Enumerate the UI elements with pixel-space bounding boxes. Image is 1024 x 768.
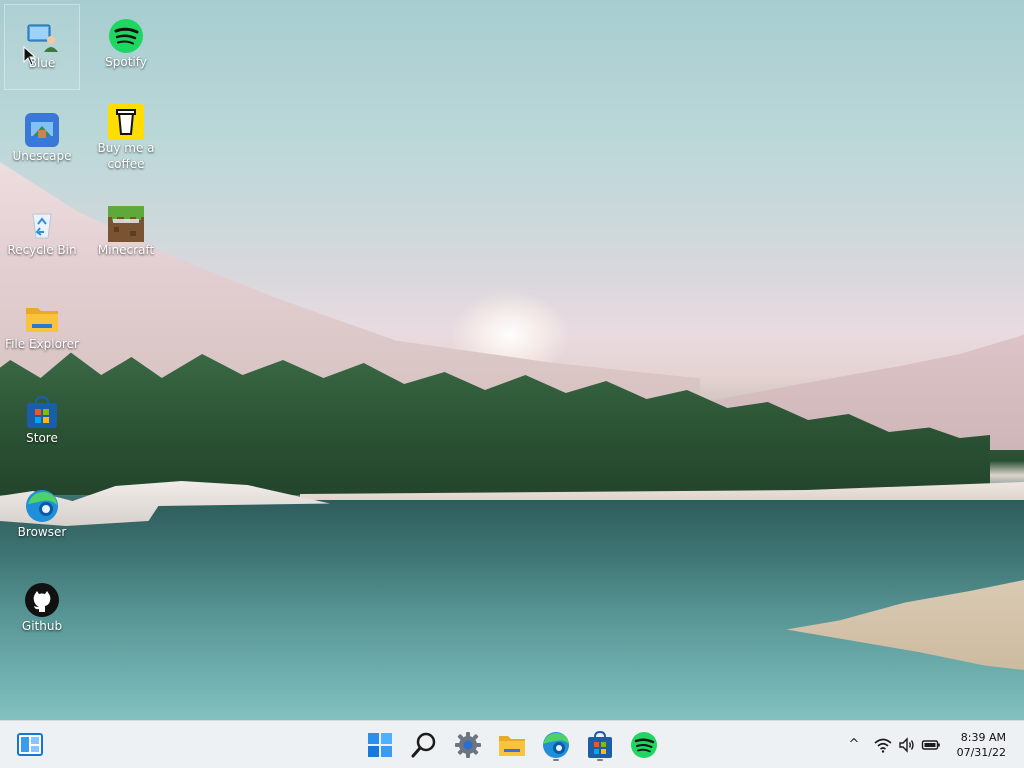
running-indicator xyxy=(597,759,603,761)
taskbar-settings-button[interactable] xyxy=(452,729,484,761)
desktop-icon-buy-me-a-coffee[interactable]: Buy me a coffee xyxy=(88,90,164,176)
system-clock[interactable]: 8:39 AM 07/31/22 xyxy=(946,730,1006,760)
battery-icon[interactable] xyxy=(921,735,941,755)
folder-icon xyxy=(24,300,60,336)
desktop-icon-minecraft[interactable]: Minecraft xyxy=(88,192,164,278)
wifi-icon[interactable] xyxy=(873,735,893,755)
desktop-icon-label: Buy me a coffee xyxy=(97,141,155,171)
desktop-icon-recycle-bin[interactable]: Recycle Bin xyxy=(4,192,80,278)
desktop-icon-label: Recycle Bin xyxy=(7,243,77,257)
taskbar-store-button[interactable] xyxy=(584,729,616,761)
unescape-game-icon xyxy=(24,112,60,148)
desktop-icon-file-explorer[interactable]: File Explorer xyxy=(4,286,80,372)
edge-browser-icon xyxy=(543,732,569,758)
desktop-icon-label: Browser xyxy=(17,525,67,539)
folder-icon xyxy=(499,736,525,756)
taskbar-widgets-button[interactable] xyxy=(14,729,46,761)
desktop-icon-blue[interactable]: Blue xyxy=(4,4,80,90)
lake xyxy=(0,500,1024,720)
store-bag-icon xyxy=(24,394,60,430)
desktop-wallpaper: Blue Unescape Recycle Bin File Explorer … xyxy=(0,0,1024,720)
edge-browser-icon xyxy=(24,488,60,524)
desktop-icon-label: Spotify xyxy=(105,55,147,69)
store-bag-icon xyxy=(588,730,612,758)
recycle-bin-icon xyxy=(24,206,60,242)
desktop-icon-unescape[interactable]: Unescape xyxy=(4,98,80,184)
running-indicator xyxy=(553,759,559,761)
github-icon xyxy=(24,582,60,618)
taskbar-file-explorer-button[interactable] xyxy=(496,729,528,761)
desktop-icon-github[interactable]: Github xyxy=(4,568,80,654)
taskbar-start-button[interactable] xyxy=(364,729,396,761)
desktop-icon-label: Store xyxy=(26,431,58,445)
coffee-cup-icon xyxy=(108,104,144,140)
desktop-icon-label: Blue xyxy=(28,56,56,70)
taskbar-spotify-button[interactable] xyxy=(628,729,660,761)
clock-time: 8:39 AM xyxy=(960,731,1006,744)
taskbar-browser-button[interactable] xyxy=(540,729,572,761)
desktop-icon-label: Github xyxy=(21,619,63,633)
search-icon xyxy=(411,732,436,758)
mouse-cursor-icon xyxy=(23,46,37,66)
tray-overflow-chevron[interactable]: ^ xyxy=(844,735,864,755)
speaker-icon[interactable] xyxy=(897,735,917,755)
desktop-icon-browser[interactable]: Browser xyxy=(4,474,80,560)
taskbar: ^ 8:39 AM 07/31/22 xyxy=(0,720,1024,768)
windows-start-icon xyxy=(368,733,392,757)
clock-date: 07/31/22 xyxy=(956,746,1006,759)
gear-icon xyxy=(455,732,481,758)
taskbar-search-button[interactable] xyxy=(408,729,440,761)
widgets-icon xyxy=(17,733,43,756)
minecraft-icon xyxy=(108,206,144,242)
desktop-icon-label: File Explorer xyxy=(5,337,79,351)
desktop-icon-label: Minecraft xyxy=(97,243,155,257)
desktop-icon-label: Unescape xyxy=(12,149,72,163)
spotify-icon xyxy=(631,732,657,758)
desktop-icon-store[interactable]: Store xyxy=(4,380,80,466)
desktop-icon-spotify[interactable]: Spotify xyxy=(88,4,164,90)
spotify-icon xyxy=(108,18,144,54)
